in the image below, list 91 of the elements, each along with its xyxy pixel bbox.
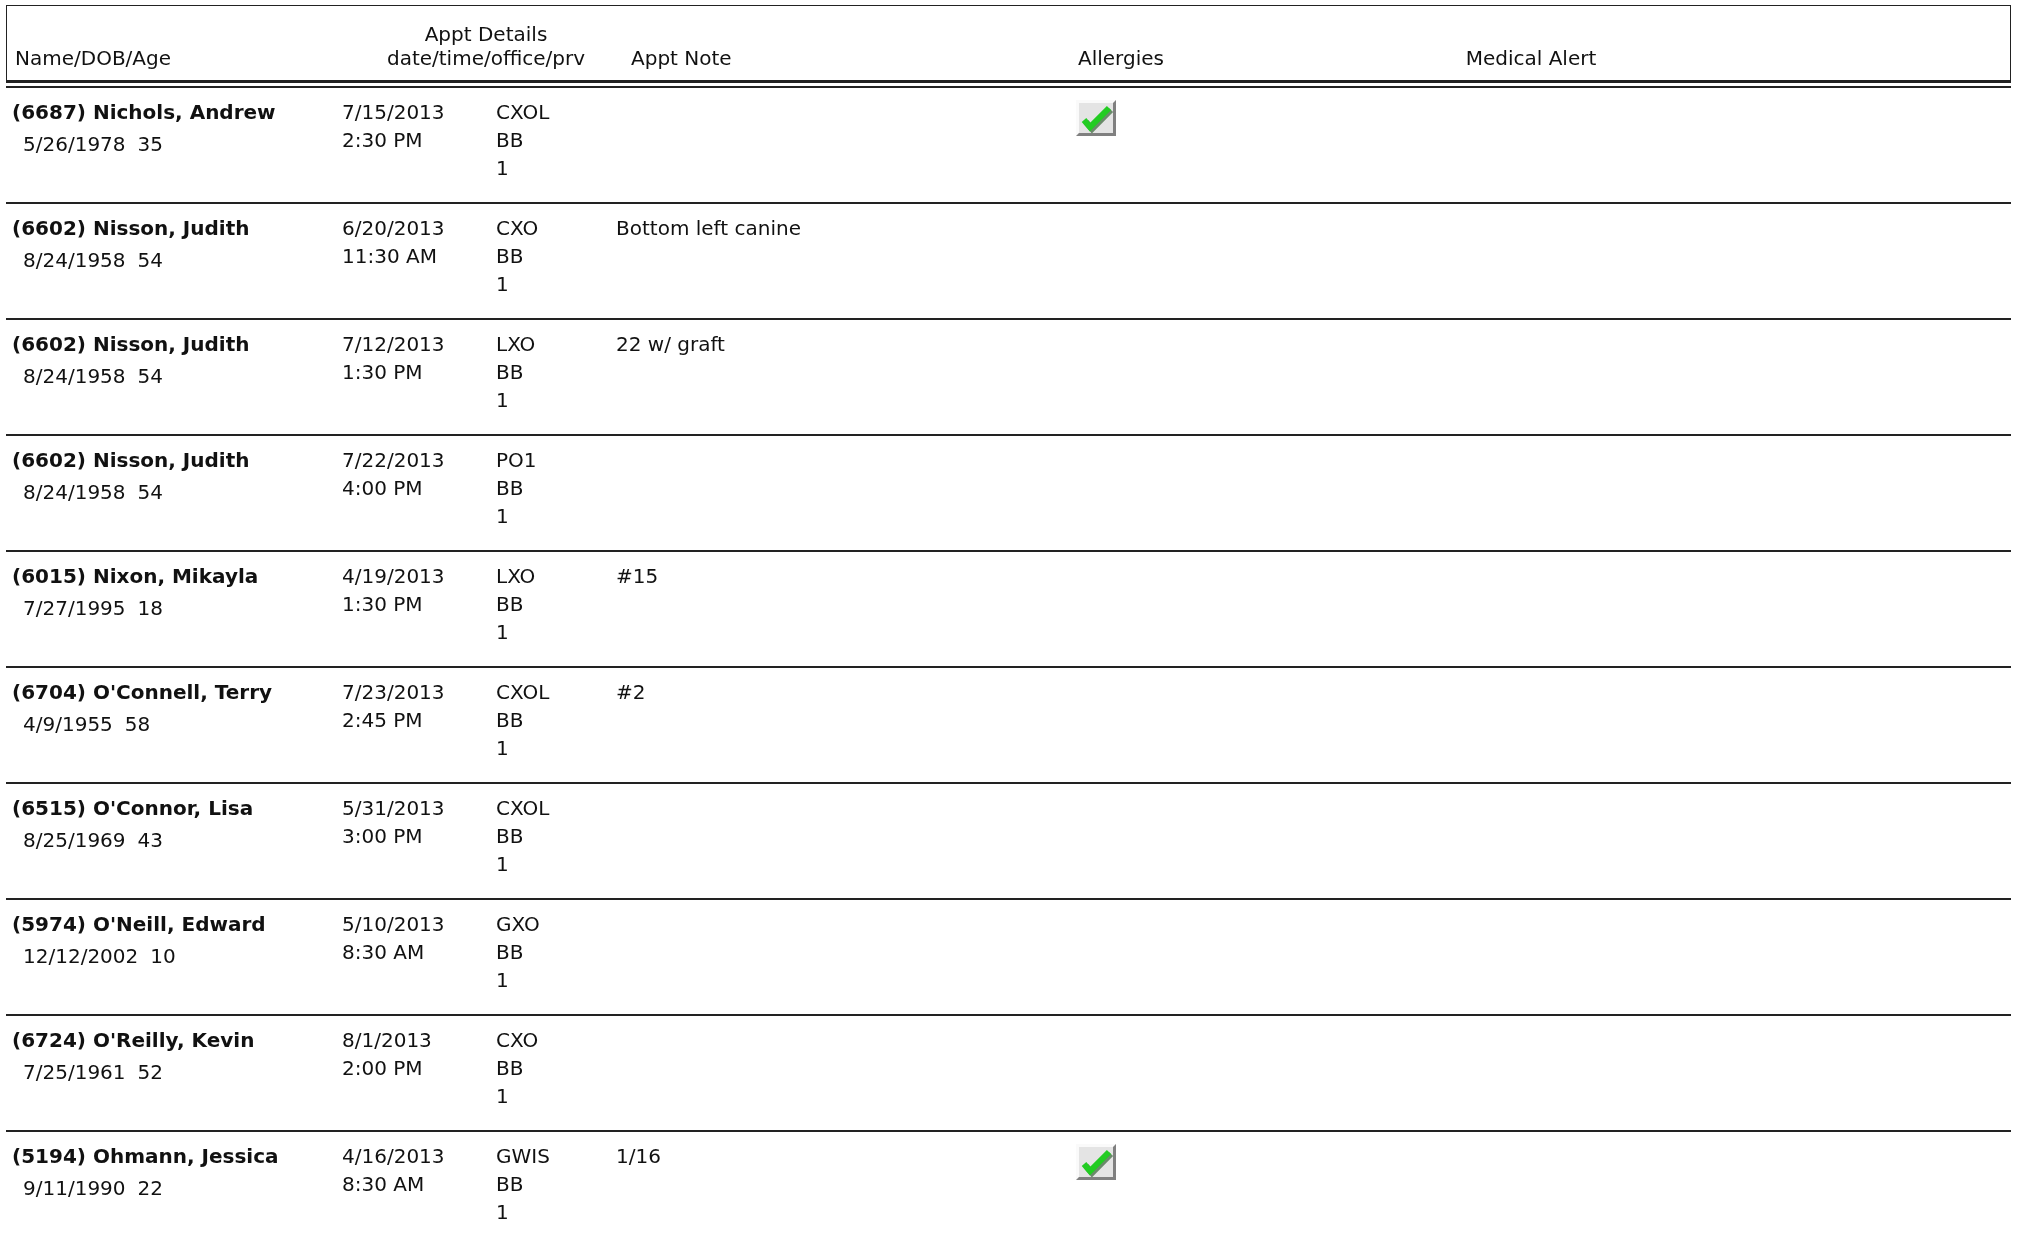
provider-code: BB xyxy=(496,708,525,732)
birth-date: 7/27/1995 xyxy=(23,596,126,620)
appt-time: 1:30 PM xyxy=(342,360,424,384)
patient-name: (6687) Nichols, Andrew xyxy=(12,100,277,124)
appt-time: 1:30 PM xyxy=(342,592,424,616)
appt-time: 3:00 PM xyxy=(342,824,424,848)
patient-name: (5974) O'Neill, Edward xyxy=(12,912,267,936)
patient-name: (6724) O'Reilly, Kevin xyxy=(12,1028,256,1052)
office-code: GWIS xyxy=(496,1144,551,1168)
patient-age: 58 xyxy=(124,712,151,736)
patient-age: 43 xyxy=(137,828,163,852)
provider-code: BB xyxy=(496,476,525,500)
office-code: CXOL xyxy=(496,796,551,820)
patient-name: (6515) O'Connor, Lisa xyxy=(12,796,255,820)
office-code: CXOL xyxy=(496,100,551,124)
appt-time: 8:30 AM xyxy=(342,940,426,964)
unit-number: 1 xyxy=(496,620,510,644)
office-code: GXO xyxy=(496,912,541,936)
appt-date: 7/23/2013 xyxy=(342,680,446,704)
appt-note: #2 xyxy=(616,680,646,704)
birth-date: 9/11/1990 xyxy=(23,1176,126,1200)
birth-date: 7/25/1961 xyxy=(23,1060,126,1084)
patient-age: 10 xyxy=(150,944,176,968)
column-header: Appt Details xyxy=(424,22,548,46)
appt-date: 7/22/2013 xyxy=(342,448,446,472)
appt-note: #15 xyxy=(616,564,659,588)
patient-name: (6602) Nisson, Judith xyxy=(12,216,251,240)
provider-code: BB xyxy=(496,824,525,848)
appt-time: 2:45 PM xyxy=(342,708,424,732)
patient-name: (6602) Nisson, Judith xyxy=(12,448,251,472)
unit-number: 1 xyxy=(496,156,510,180)
appt-date: 5/31/2013 xyxy=(342,796,446,820)
patient-name: (6602) Nisson, Judith xyxy=(12,332,251,356)
office-code: LXO xyxy=(496,332,537,356)
appt-note: Bottom left canine xyxy=(616,216,801,240)
patient-age: 52 xyxy=(137,1060,163,1084)
unit-number: 1 xyxy=(496,504,510,528)
unit-number: 1 xyxy=(496,968,510,992)
unit-number: 1 xyxy=(496,1200,510,1224)
patient-age: 54 xyxy=(137,364,163,388)
appt-time: 2:00 PM xyxy=(342,1056,424,1080)
unit-number: 1 xyxy=(496,272,510,296)
column-header: Allergies xyxy=(1078,46,1164,70)
birth-date: 8/24/1958 xyxy=(23,364,126,388)
birth-date: 8/24/1958 xyxy=(23,248,126,272)
patient-age: 22 xyxy=(137,1176,163,1200)
column-header: Appt Note xyxy=(631,46,732,70)
patient-age: 35 xyxy=(137,132,163,156)
unit-number: 1 xyxy=(496,1084,510,1108)
provider-code: BB xyxy=(496,940,525,964)
patient-name: (5194) Ohmann, Jessica xyxy=(12,1144,280,1168)
appt-date: 6/20/2013 xyxy=(342,216,446,240)
unit-number: 1 xyxy=(496,388,510,412)
birth-date: 4/9/1955 xyxy=(23,712,113,736)
provider-code: BB xyxy=(496,360,525,384)
office-code: CXOL xyxy=(496,680,551,704)
patient-age: 54 xyxy=(137,480,163,504)
office-code: CXO xyxy=(496,216,540,240)
patient-name: (6015) Nixon, Mikayla xyxy=(12,564,260,588)
column-header: Name/DOB/Age xyxy=(15,46,173,70)
appt-time: 2:30 PM xyxy=(342,128,424,152)
office-code: PO1 xyxy=(496,448,538,472)
birth-date: 8/24/1958 xyxy=(23,480,126,504)
provider-code: BB xyxy=(496,128,525,152)
appt-date: 5/10/2013 xyxy=(342,912,446,936)
column-header: date/time/office/prv xyxy=(386,46,586,70)
unit-number: 1 xyxy=(496,852,510,876)
birth-date: 8/25/1969 xyxy=(23,828,126,852)
patient-age: 54 xyxy=(137,248,163,272)
appt-note: 22 w/ graft xyxy=(616,332,725,356)
unit-number: 1 xyxy=(496,736,510,760)
provider-code: BB xyxy=(496,592,525,616)
patient-age: 18 xyxy=(137,596,163,620)
provider-code: BB xyxy=(496,1172,525,1196)
provider-code: BB xyxy=(496,244,525,268)
birth-date: 12/12/2002 xyxy=(23,944,139,968)
appt-time: 11:30 AM xyxy=(342,244,438,268)
appt-date: 8/1/2013 xyxy=(342,1028,433,1052)
provider-code: BB xyxy=(496,1056,525,1080)
appt-date: 4/19/2013 xyxy=(342,564,446,588)
appt-time: 8:30 AM xyxy=(342,1172,426,1196)
patient-name: (6704) O'Connell, Terry xyxy=(12,680,274,704)
birth-date: 5/26/1978 xyxy=(23,132,126,156)
appt-date: 7/12/2013 xyxy=(342,332,446,356)
office-code: LXO xyxy=(496,564,537,588)
column-header: Medical Alert xyxy=(1465,46,1597,70)
appt-note: 1/16 xyxy=(616,1144,661,1168)
appt-date: 7/15/2013 xyxy=(342,100,446,124)
appt-time: 4:00 PM xyxy=(342,476,424,500)
office-code: CXO xyxy=(496,1028,540,1052)
appt-date: 4/16/2013 xyxy=(342,1144,446,1168)
